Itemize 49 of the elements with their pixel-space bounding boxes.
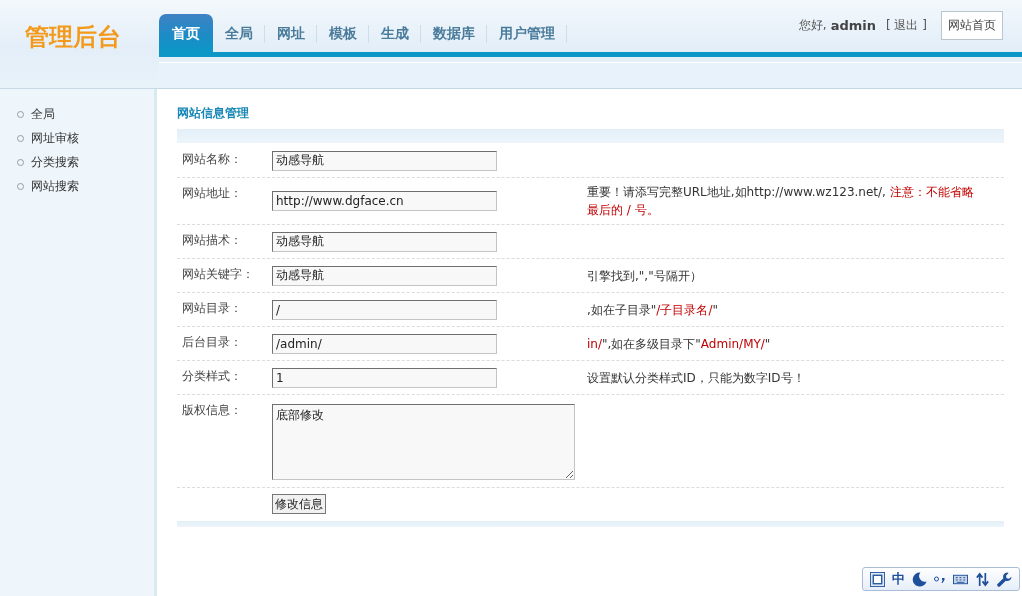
bullet-icon bbox=[17, 110, 24, 118]
moon-icon[interactable] bbox=[912, 571, 927, 587]
hint-text: 引擎找到,","号隔开） bbox=[587, 267, 703, 285]
text-field[interactable]: 动感导航 bbox=[272, 150, 497, 171]
greeting-text: 您好, bbox=[798, 17, 827, 34]
panel-title: 网站信息管理 bbox=[177, 106, 250, 120]
submit-button[interactable]: 修改信息 bbox=[272, 494, 326, 514]
text-field[interactable]: 动感导航 bbox=[272, 265, 497, 286]
text-area-field[interactable]: 底部修改 bbox=[272, 404, 575, 480]
square-icon[interactable] bbox=[870, 571, 885, 587]
sidebar-item[interactable]: 全局 bbox=[17, 102, 154, 126]
text-field[interactable]: /admin/ bbox=[272, 333, 497, 354]
nav-tab[interactable]: 数据库 bbox=[421, 14, 487, 52]
field-label: 后台目录： bbox=[181, 334, 243, 349]
hint-text: 设置默认分类样式ID，只能为数字ID号！ bbox=[587, 369, 806, 387]
field-label: 分类样式： bbox=[181, 368, 243, 383]
hint-text: ,如在子目录"/子目录名/" bbox=[587, 301, 719, 319]
nav-tab[interactable]: 全局 bbox=[213, 14, 265, 52]
bullet-icon bbox=[17, 134, 24, 142]
logout-link[interactable]: [ 退出 ] bbox=[886, 17, 927, 34]
hint-text: in/",如在多级目录下"Admin/MY/" bbox=[587, 335, 772, 353]
bullet-icon bbox=[17, 158, 24, 166]
sidebar-item[interactable]: 网站搜索 bbox=[17, 174, 154, 198]
field-label: 网站地址： bbox=[181, 185, 243, 200]
text-field[interactable]: 动感导航 bbox=[272, 231, 497, 252]
nav-tab[interactable]: 首页 bbox=[159, 14, 213, 52]
hint-text: 重要！请添写完整URL地址,如http://www.wz123.net/, 注意：不能省略最后的 / 号。 bbox=[587, 184, 975, 219]
nav-tab[interactable]: 用户管理 bbox=[487, 14, 567, 52]
sidebar-item[interactable]: 网址审核 bbox=[17, 126, 154, 150]
punctuation-icon[interactable] bbox=[934, 575, 946, 583]
wrench-icon[interactable] bbox=[997, 571, 1012, 587]
nav-tab[interactable]: 模板 bbox=[317, 14, 369, 52]
field-label: 版权信息： bbox=[181, 402, 243, 417]
text-field[interactable]: / bbox=[272, 299, 497, 320]
field-label: 网站描术： bbox=[181, 232, 243, 247]
nav-tab[interactable]: 生成 bbox=[369, 14, 421, 52]
ime-mode-text[interactable]: 中 bbox=[892, 570, 905, 588]
field-label: 网站关键字： bbox=[181, 266, 255, 281]
arrows-icon[interactable] bbox=[975, 571, 990, 587]
nav-tab[interactable]: 网址 bbox=[265, 14, 317, 52]
field-label: 网站目录： bbox=[181, 300, 243, 315]
bullet-icon bbox=[17, 182, 24, 190]
text-field[interactable]: 1 bbox=[272, 367, 497, 388]
text-field[interactable]: http://www.dgface.cn bbox=[272, 191, 497, 211]
sidebar-item[interactable]: 分类搜索 bbox=[17, 150, 154, 174]
username-text: admin bbox=[830, 18, 876, 33]
field-label: 网站名称： bbox=[181, 151, 243, 166]
home-button[interactable]: 网站首页 bbox=[941, 11, 1003, 40]
logo-text: 管理后台 bbox=[25, 22, 121, 52]
